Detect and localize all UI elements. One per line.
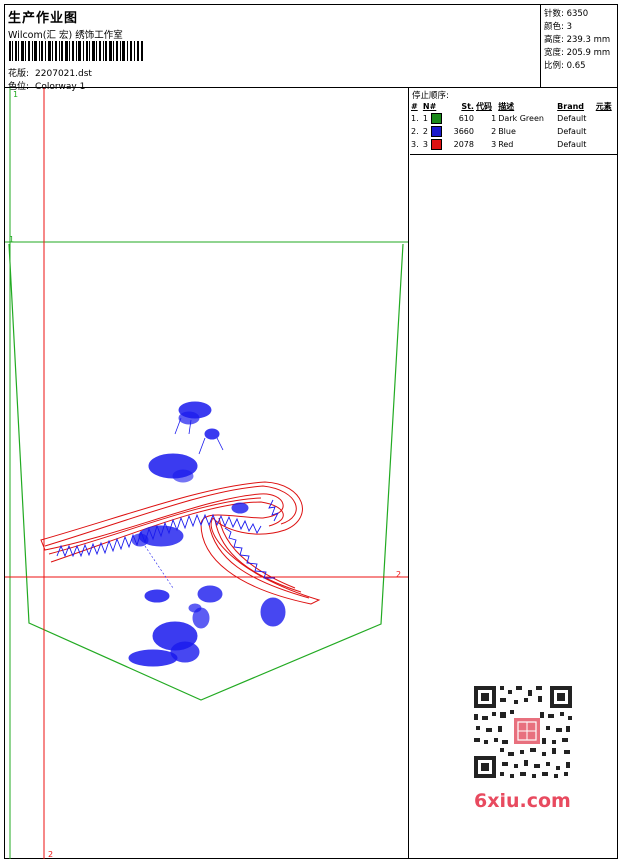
watermark-text: 6xiu.com bbox=[474, 790, 571, 812]
red-bottom-mark: 2 bbox=[48, 850, 53, 859]
table-header-row: # N# St. 代码 描述 Brand 元素 bbox=[410, 100, 617, 112]
color-swatch bbox=[430, 126, 442, 137]
green-left-mark: 1 bbox=[13, 90, 18, 99]
color-swatch bbox=[430, 139, 442, 150]
pocket-outline bbox=[8, 243, 404, 701]
table-row: 3. 3 2078 3 Red Default bbox=[411, 139, 587, 150]
stat-width: 宽度: 205.9 mm bbox=[544, 48, 611, 58]
col-header: 元素 bbox=[595, 101, 612, 111]
table-row: 2. 2 3660 2 Blue Default bbox=[411, 126, 587, 137]
page-title: 生产作业图 bbox=[8, 11, 79, 26]
design-canvas: 1 1 2 2 bbox=[5, 88, 409, 859]
red-ribbon-stitches bbox=[40, 481, 321, 605]
design-drawing: 1 1 2 2 bbox=[5, 88, 408, 859]
stat-stitches: 针数: 6350 bbox=[544, 9, 589, 19]
red-right-mark: 2 bbox=[396, 570, 401, 579]
col-header: # bbox=[411, 101, 418, 111]
barcode bbox=[9, 41, 143, 61]
col-header: St. bbox=[461, 101, 474, 111]
col-header: Brand bbox=[557, 101, 585, 111]
header-info: 生产作业图 Wilcom(汇 宏) 绣饰工作室 花版: 2207021.dst … bbox=[5, 5, 540, 92]
production-worksheet: 生产作业图 Wilcom(汇 宏) 绣饰工作室 花版: 2207021.dst … bbox=[0, 0, 620, 861]
design-label: 花版: bbox=[8, 69, 30, 79]
stat-colors: 颜色: 3 bbox=[544, 22, 572, 32]
table-row: 1. 1 610 1 Dark Green Default bbox=[411, 113, 587, 124]
col-header: 代码 bbox=[475, 101, 492, 111]
qr-code bbox=[470, 682, 576, 782]
stats-box: 针数: 6350 颜色: 3 高度: 239.3 mm 宽度: 205.9 mm… bbox=[540, 5, 618, 87]
col-header: 描述 bbox=[498, 101, 515, 111]
green-top-mark: 1 bbox=[9, 235, 14, 244]
color-swatch bbox=[430, 113, 442, 124]
col-header: N# bbox=[422, 101, 437, 111]
stat-height: 高度: 239.3 mm bbox=[544, 35, 611, 45]
studio-name: Wilcom(汇 宏) 绣饰工作室 bbox=[8, 30, 123, 41]
design-file-line: 花版: 2207021.dst bbox=[8, 66, 92, 79]
stat-scale: 比例: 0.65 bbox=[544, 61, 586, 71]
stop-sequence-table: # N# St. 代码 描述 Brand 元素 1. 1 610 1 Dark … bbox=[410, 100, 617, 151]
design-file: 2207021.dst bbox=[35, 69, 92, 79]
panel-divider bbox=[410, 154, 617, 155]
